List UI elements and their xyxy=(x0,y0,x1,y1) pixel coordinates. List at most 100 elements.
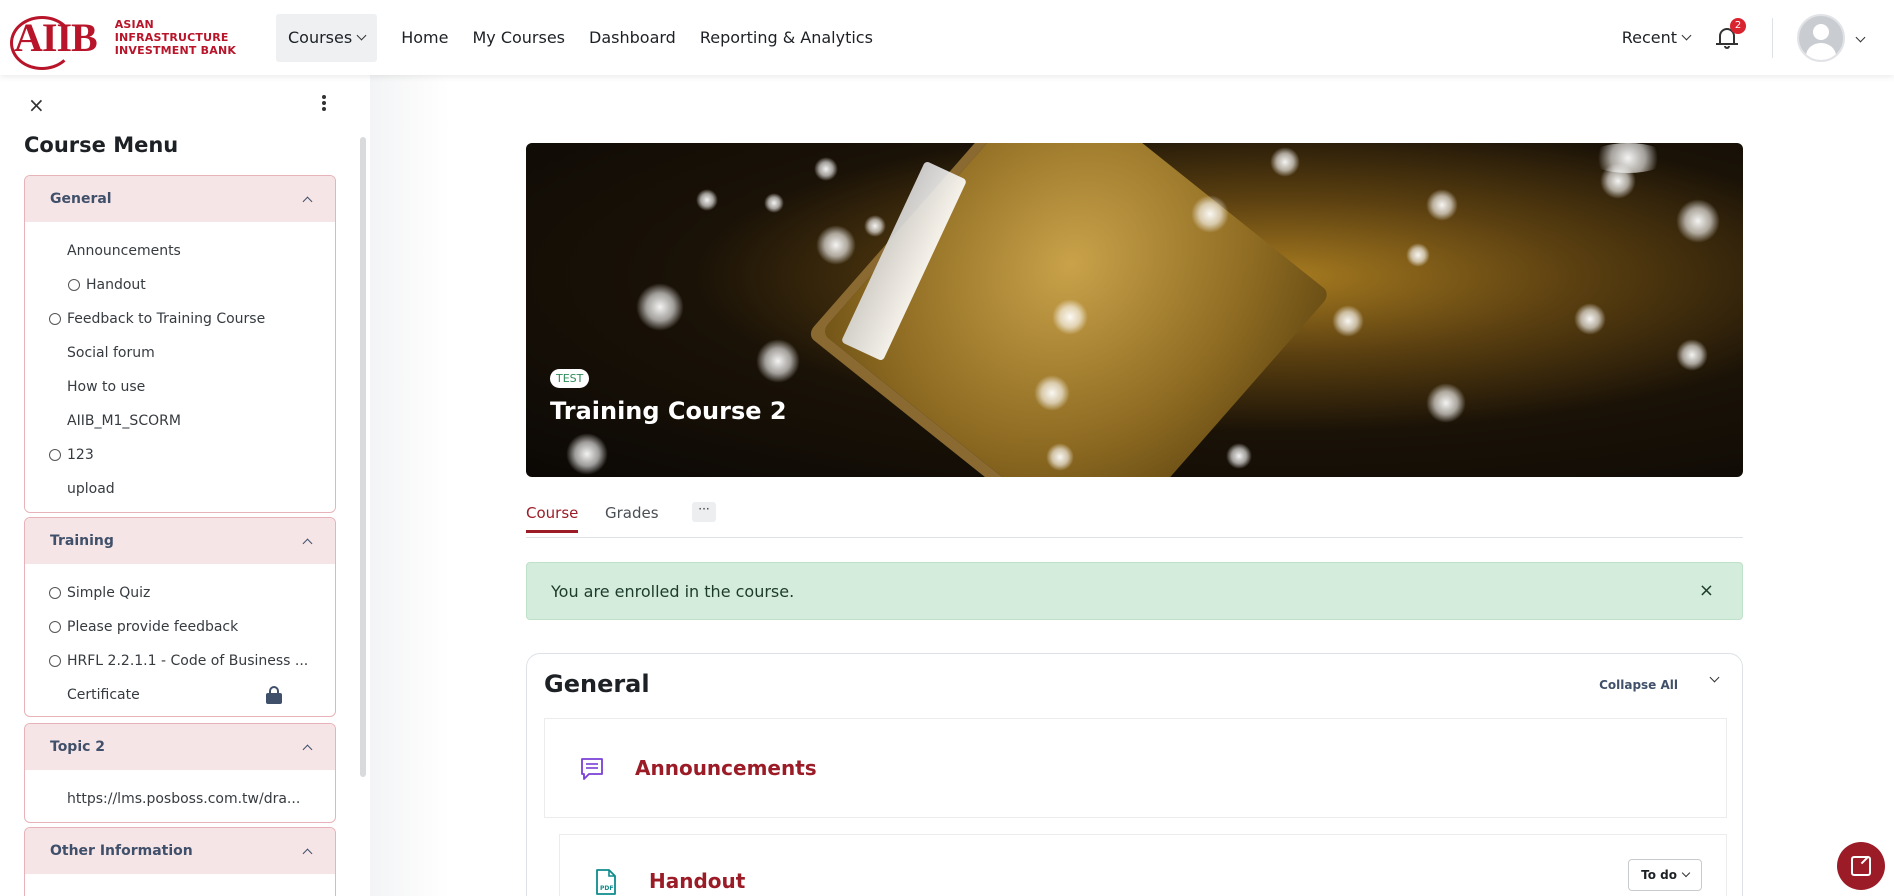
nav-reporting[interactable]: Reporting & Analytics xyxy=(700,28,873,47)
activity-handout[interactable]: PDF Handout To do xyxy=(559,834,1727,896)
menu-item-scorm[interactable]: AIIB_M1_SCORM xyxy=(25,404,335,438)
user-menu-chevron-icon[interactable] xyxy=(1855,32,1866,43)
logo-line-1: ASIAN INFRASTRUCTURE xyxy=(114,18,229,44)
chevron-down-icon xyxy=(356,30,367,41)
bokeh-light xyxy=(1191,195,1229,233)
item-label: 123 xyxy=(67,447,94,463)
section-header-other-information[interactable]: Other Information xyxy=(25,828,335,874)
course-title: Training Course 2 xyxy=(550,397,787,425)
menu-item-hrfl[interactable]: HRFL 2.2.1.1 - Code of Business ... xyxy=(25,644,335,678)
chevron-down-icon xyxy=(1681,868,1691,878)
item-label: upload xyxy=(67,481,115,497)
menu-item-simple-quiz[interactable]: Simple Quiz xyxy=(25,576,335,610)
item-label: Please provide feedback xyxy=(67,619,239,635)
item-label: Certificate xyxy=(67,687,140,703)
nav-home[interactable]: Home xyxy=(401,28,448,47)
drawer-scrollbar[interactable] xyxy=(360,137,366,852)
nav-dashboard[interactable]: Dashboard xyxy=(589,28,676,47)
course-tabs: Course Grades ··· xyxy=(526,500,1743,538)
section-title: General xyxy=(50,191,112,207)
navbar-right: Recent 2 xyxy=(1622,0,1894,75)
item-label: Announcements xyxy=(67,243,181,259)
section-other-information: Other Information xyxy=(24,827,336,896)
bokeh-light xyxy=(1226,443,1252,469)
scrollbar-thumb[interactable] xyxy=(360,137,366,777)
nav-my-courses[interactable]: My Courses xyxy=(472,28,565,47)
collapse-all-link[interactable]: Collapse All xyxy=(1599,678,1678,692)
section-training: Training Simple Quiz Please provide feed… xyxy=(24,517,336,717)
bokeh-light xyxy=(816,225,856,265)
menu-item-how-to-use[interactable]: How to use xyxy=(25,370,335,404)
item-label: Handout xyxy=(86,277,146,293)
item-label: Social forum xyxy=(67,345,155,361)
fullscreen-toggle-button[interactable] xyxy=(1837,842,1885,890)
bokeh-light xyxy=(1332,305,1364,337)
bokeh-light xyxy=(1270,147,1300,177)
close-drawer-icon[interactable]: × xyxy=(28,93,45,117)
bokeh-light xyxy=(696,189,718,211)
courses-dropdown[interactable]: Courses xyxy=(276,13,378,62)
menu-item-feedback[interactable]: Feedback to Training Course xyxy=(25,302,335,336)
course-category-badge: TEST xyxy=(550,369,590,388)
menu-item-feedback-request[interactable]: Please provide feedback xyxy=(25,610,335,644)
item-label: How to use xyxy=(67,379,146,395)
forum-icon xyxy=(581,758,603,780)
completion-status-dropdown[interactable]: To do xyxy=(1628,859,1702,891)
chevron-down-icon xyxy=(1681,30,1692,41)
drawer-title: Course Menu xyxy=(24,133,179,157)
item-label: https://lms.posboss.com.tw/dra... xyxy=(67,791,301,807)
bokeh-light xyxy=(756,339,800,383)
alert-message: You are enrolled in the course. xyxy=(551,581,795,601)
item-label: Feedback to Training Course xyxy=(67,311,266,327)
activity-announcements[interactable]: Announcements xyxy=(544,718,1727,818)
section-title: Topic 2 xyxy=(50,739,106,755)
bokeh-light xyxy=(864,215,886,237)
section-title: Other Information xyxy=(50,843,193,859)
close-alert-icon[interactable]: × xyxy=(1699,580,1714,601)
more-tabs-button[interactable]: ··· xyxy=(692,502,716,522)
enrolment-alert: You are enrolled in the course. × xyxy=(526,562,1743,620)
chevron-up-icon xyxy=(302,848,313,858)
bokeh-light xyxy=(1046,443,1074,471)
tab-grades[interactable]: Grades xyxy=(605,504,659,522)
menu-item-handout[interactable]: Handout xyxy=(25,268,335,302)
top-navbar: AIIB ASIAN INFRASTRUCTURE INVESTMENT BAN… xyxy=(0,0,1894,75)
bokeh-light xyxy=(1426,383,1466,423)
completion-circle-icon xyxy=(49,313,61,325)
bokeh-light xyxy=(566,433,608,475)
bokeh-light xyxy=(1574,303,1606,335)
kebab-menu-icon[interactable] xyxy=(322,95,326,111)
activity-title[interactable]: Handout xyxy=(649,869,745,893)
section-header-general[interactable]: General xyxy=(25,176,335,222)
bokeh-light xyxy=(814,157,838,181)
tab-course[interactable]: Course xyxy=(526,504,579,533)
section-heading: General xyxy=(544,670,650,698)
section-toggle-chevron-icon[interactable] xyxy=(1709,672,1720,683)
course-hero-banner: TEST Training Course 2 xyxy=(526,143,1743,477)
menu-item-upload[interactable]: upload xyxy=(25,472,335,506)
recent-label: Recent xyxy=(1621,28,1677,47)
bokeh-light xyxy=(764,193,784,213)
bokeh-light xyxy=(1406,243,1430,267)
menu-item-certificate[interactable]: Certificate xyxy=(25,678,335,712)
section-header-topic-2[interactable]: Topic 2 xyxy=(25,724,335,770)
site-logo[interactable]: AIIB ASIAN INFRASTRUCTURE INVESTMENT BAN… xyxy=(10,15,254,70)
status-label: To do xyxy=(1641,868,1677,882)
user-avatar[interactable] xyxy=(1797,13,1845,62)
completion-circle-icon xyxy=(68,279,80,291)
menu-item-url[interactable]: https://lms.posboss.com.tw/dra... xyxy=(25,782,335,816)
section-header-training[interactable]: Training xyxy=(25,518,335,564)
recent-dropdown[interactable]: Recent xyxy=(1621,28,1692,47)
menu-item-123[interactable]: 123 xyxy=(25,438,335,472)
menu-item-announcements[interactable]: Announcements xyxy=(25,234,335,268)
section-general: General Announcements Handout Feedback t… xyxy=(24,175,336,513)
activity-title[interactable]: Announcements xyxy=(635,756,817,780)
item-label: Simple Quiz xyxy=(67,585,151,601)
completion-circle-icon xyxy=(49,655,61,667)
bokeh-light xyxy=(1426,189,1458,221)
menu-item-social-forum[interactable]: Social forum xyxy=(25,336,335,370)
notifications-bell-icon[interactable]: 2 xyxy=(1716,17,1746,50)
section-topic-2: Topic 2 https://lms.posboss.com.tw/dra..… xyxy=(24,723,336,823)
completion-circle-icon xyxy=(49,449,61,461)
bokeh-light xyxy=(1676,339,1708,371)
